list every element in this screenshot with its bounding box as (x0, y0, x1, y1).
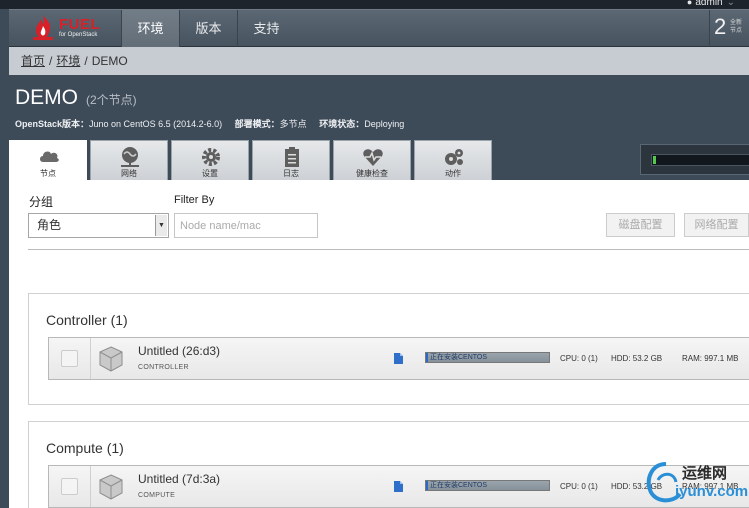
openstack-release: Juno on CentOS 6.5 (2014.2-6.0) (89, 119, 223, 129)
breadcrumb-home[interactable]: 首页 (21, 54, 45, 68)
caret-icon: ⌄ (726, 0, 735, 8)
node-progress-bar: 正在安装CENTOS (425, 352, 550, 363)
breadcrumb: 首页 / 环境 / DEMO (9, 47, 749, 75)
deployment-mode: 多节点 (279, 119, 307, 129)
node-divider (90, 466, 91, 507)
node-progress-bar: 正在安装CENTOS (425, 480, 550, 491)
environment-status: Deploying (364, 119, 405, 129)
file-icon[interactable] (394, 353, 403, 364)
tab-actions[interactable]: 动作 (414, 140, 492, 180)
tab-logs[interactable]: 日志 (252, 140, 330, 180)
watermark-line2: iyunv.com (675, 483, 749, 500)
node-hdd: HDD: 53.2 GB (611, 354, 663, 363)
node-ram: RAM: 997.1 MB (682, 354, 739, 363)
deployment-progress (640, 144, 749, 175)
node-progress-fill (426, 481, 429, 490)
node-divider (90, 338, 91, 379)
watermark: 运维网 iyunv.com (640, 458, 749, 508)
node-row[interactable]: Untitled (26:d3) CONTROLLER 正在安装CENTOS C… (48, 337, 749, 380)
grouping-select[interactable]: 角色 ▼ (28, 213, 169, 238)
node-role: CONTROLLER (138, 364, 189, 371)
file-icon[interactable] (394, 481, 403, 492)
nodes-panel: 分组 角色 ▼ Filter By 磁盘配置 网络配置 Controller (… (9, 180, 749, 508)
new-nodes-label: 全新 节点 (730, 20, 743, 34)
fuel-logo[interactable]: FUEL for OpenStack (9, 10, 121, 48)
server-cube-icon (99, 346, 123, 372)
group-title: Compute (1) (46, 440, 124, 456)
node-group-controller: Controller (1) Untitled (26:d3) CONTROLL… (28, 293, 749, 405)
deployment-progress-bar (651, 154, 749, 166)
logo-subtitle: for OpenStack (59, 32, 98, 38)
cloud-icon (40, 151, 59, 162)
watermark-line1: 运维网 (682, 465, 728, 482)
environment-name: DEMO (15, 86, 78, 109)
breadcrumb-environments[interactable]: 环境 (56, 54, 80, 68)
clipboard-icon (285, 147, 299, 167)
tab-network[interactable]: 网络 (90, 140, 168, 180)
nav-tab-releases[interactable]: 版本 (179, 10, 237, 48)
nav-tab-environments[interactable]: 环境 (121, 10, 179, 48)
fuel-flame-icon (33, 15, 53, 40)
main-navbar: FUEL for OpenStack 环境 版本 支持 2 全新 节点 (9, 9, 749, 48)
gears-icon (445, 149, 463, 165)
node-checkbox[interactable] (61, 350, 78, 367)
tab-nodes[interactable]: 节点 (9, 140, 87, 182)
environment-node-count: (2个节点) (86, 93, 137, 107)
gear-icon (202, 148, 220, 166)
filter-label: Filter By (174, 194, 215, 206)
environment-title: DEMO (2个节点) (15, 86, 137, 110)
logo-word: FUEL (59, 16, 101, 33)
node-progress-text: 正在安装CENTOS (430, 354, 488, 361)
node-name: Untitled (26:d3) (138, 344, 221, 358)
network-config-button[interactable]: 网络配置 (684, 213, 749, 237)
node-progress-text: 正在安装CENTOS (430, 482, 488, 489)
user-icon: ● (686, 0, 693, 7)
grouping-label: 分组 (29, 195, 54, 209)
divider (28, 249, 749, 250)
node-cpu: CPU: 0 (1) (560, 354, 598, 363)
new-nodes-notification[interactable]: 2 全新 节点 (709, 10, 749, 48)
heartbeat-icon (363, 149, 383, 166)
server-cube-icon (99, 474, 123, 500)
user-name: admin (695, 0, 723, 8)
nav-tab-support[interactable]: 支持 (237, 10, 295, 48)
node-name: Untitled (7d:3a) (138, 472, 221, 486)
breadcrumb-current: DEMO (91, 54, 128, 68)
node-cpu: CPU: 0 (1) (560, 482, 598, 491)
tab-settings[interactable]: 设置 (171, 140, 249, 180)
tab-health-check[interactable]: 健康检查 (333, 140, 411, 180)
dropdown-arrow-icon: ▼ (155, 215, 167, 236)
node-checkbox[interactable] (61, 478, 78, 495)
filter-input[interactable] (174, 213, 318, 238)
node-role: COMPUTE (138, 492, 176, 499)
deployment-progress-fill (653, 156, 656, 164)
group-title: Controller (1) (46, 312, 128, 328)
disk-config-button[interactable]: 磁盘配置 (606, 213, 675, 237)
user-menu[interactable]: ● admin ⌄ (687, 0, 735, 8)
top-strip: ● admin ⌄ (0, 0, 749, 9)
environment-meta: OpenStack版本：Juno on CentOS 6.5 (2014.2-6… (15, 119, 405, 129)
node-progress-fill (426, 353, 429, 362)
grouping-select-value: 角色 (37, 218, 62, 232)
new-nodes-count: 2 (714, 14, 727, 39)
network-icon (121, 147, 139, 167)
